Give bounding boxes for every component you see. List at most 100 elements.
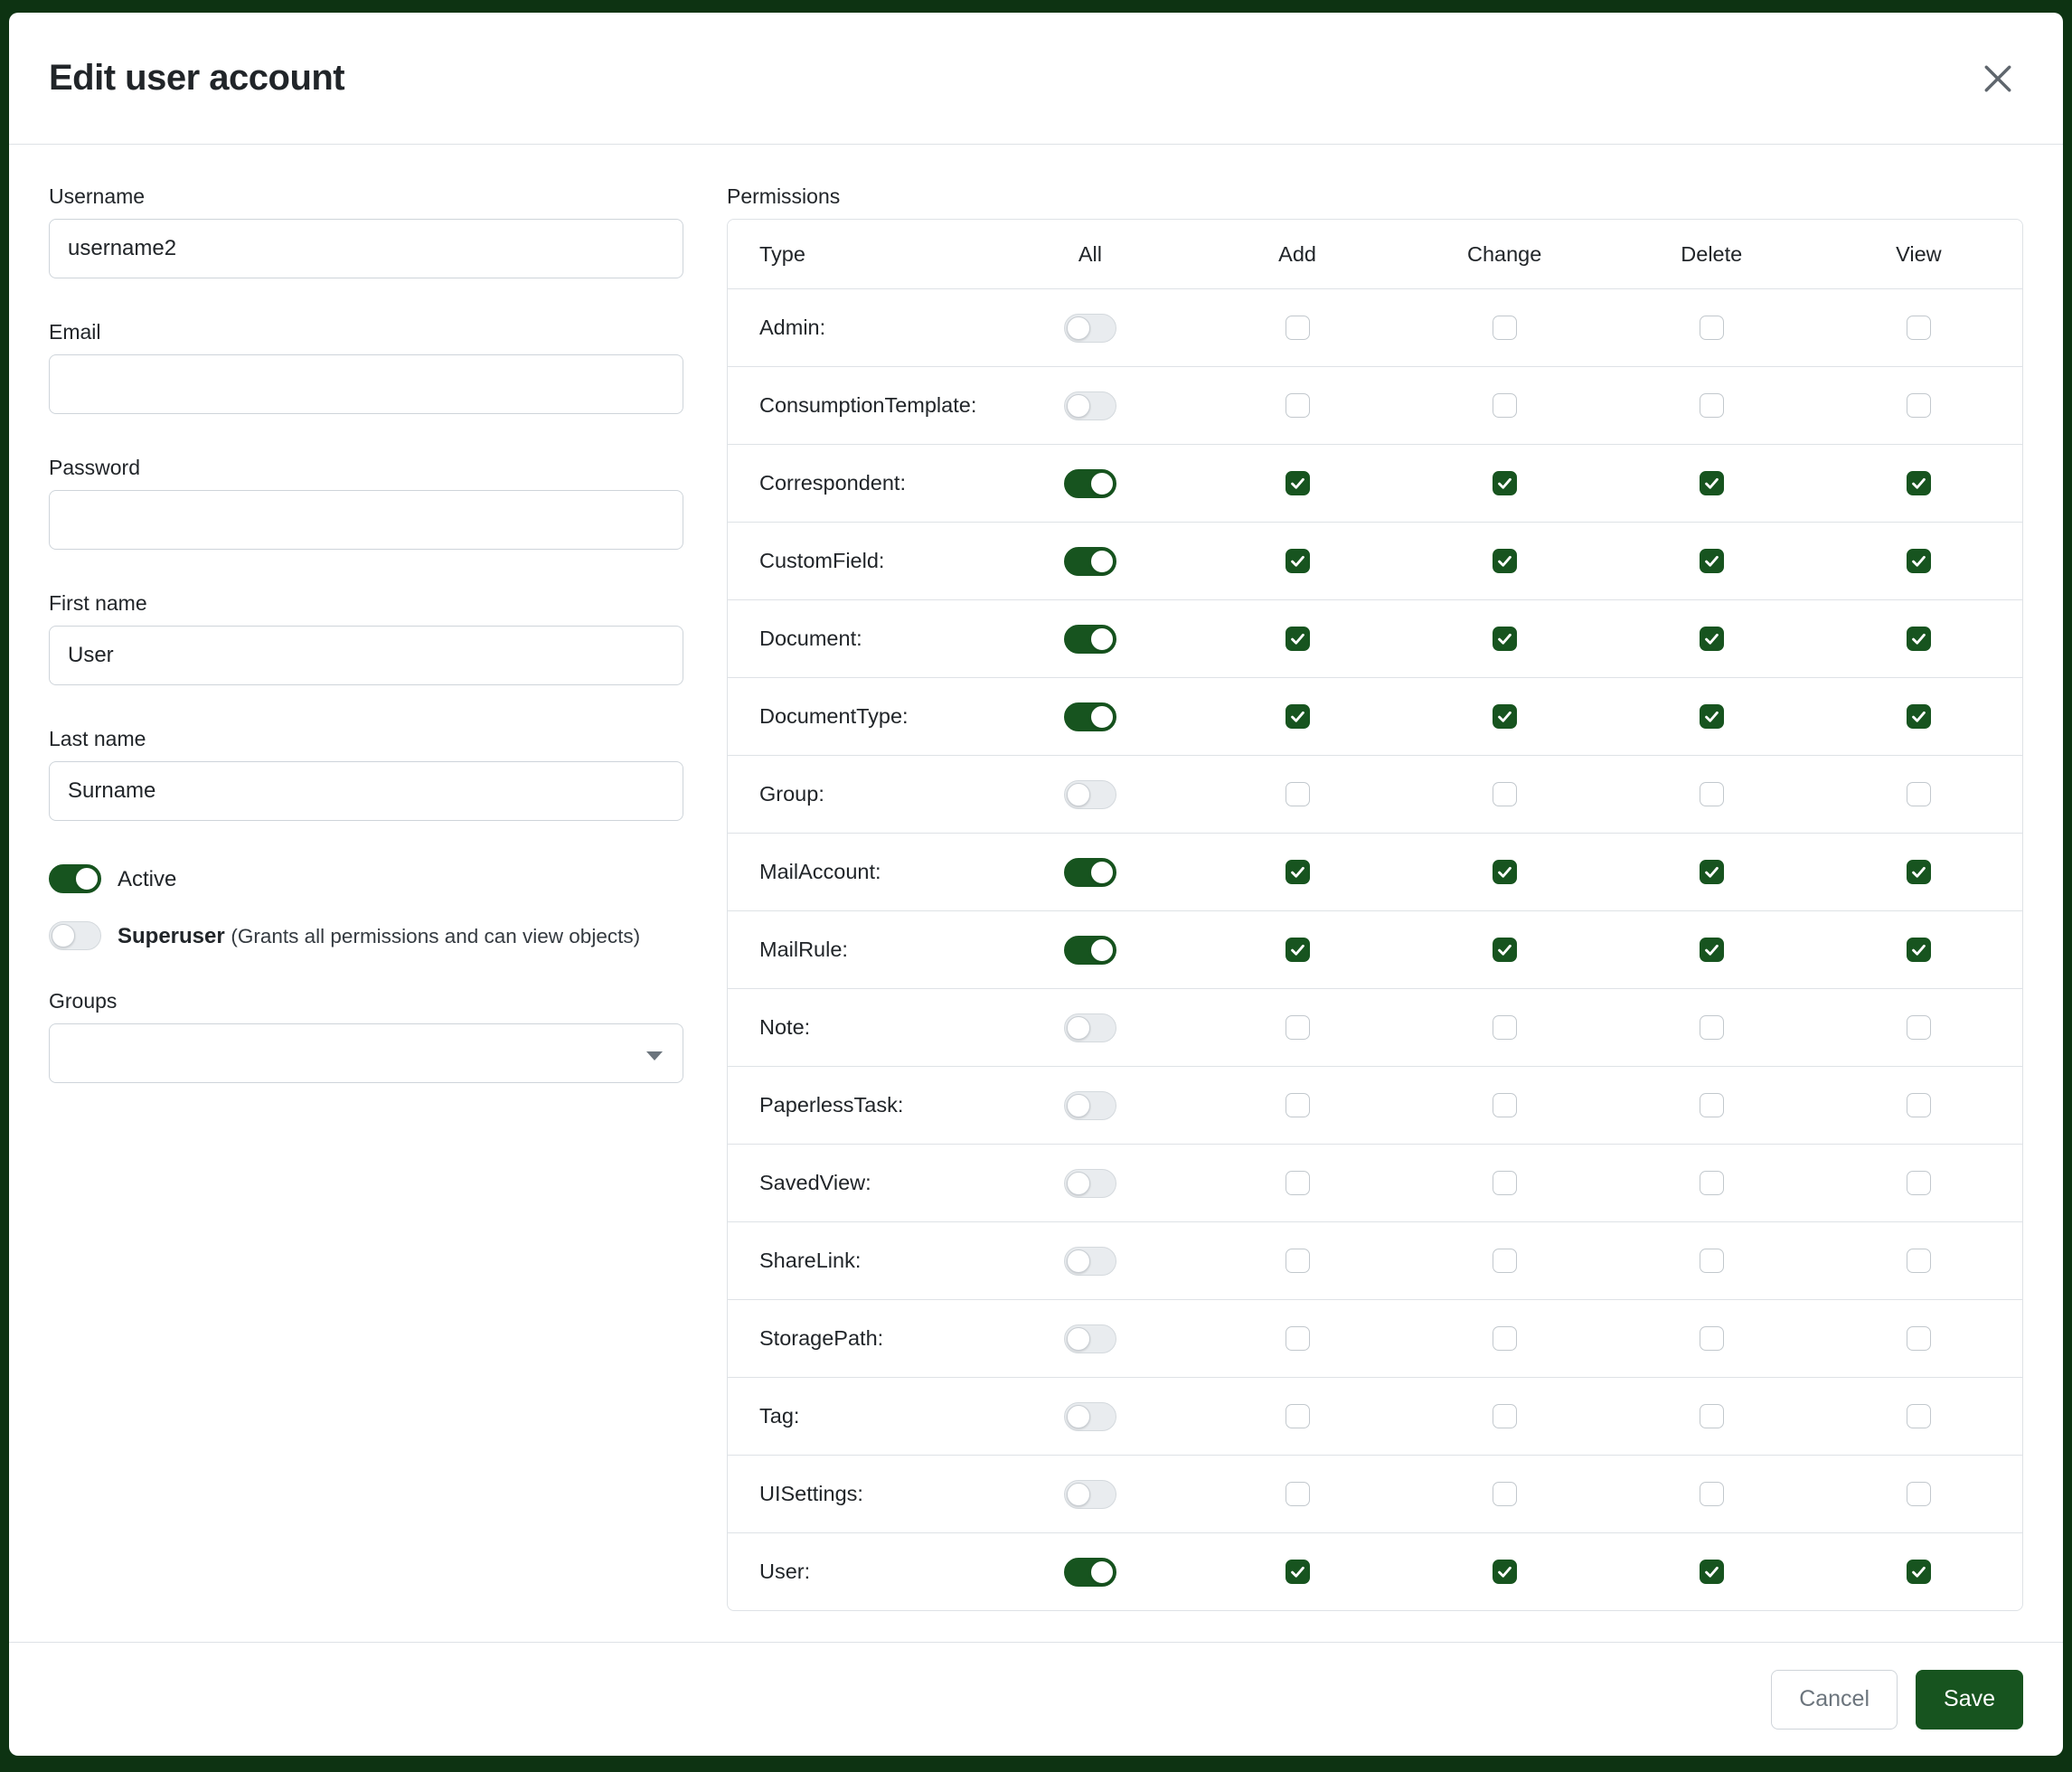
perm-view-checkbox[interactable]	[1907, 704, 1931, 729]
perm-add-checkbox[interactable]	[1286, 860, 1310, 884]
perm-delete-checkbox[interactable]	[1700, 393, 1724, 418]
password-field-group: Password	[49, 456, 683, 550]
perm-delete-checkbox[interactable]	[1700, 1249, 1724, 1273]
perm-change-checkbox[interactable]	[1493, 1249, 1517, 1273]
perm-delete-checkbox[interactable]	[1700, 1326, 1724, 1351]
email-input[interactable]	[49, 354, 683, 414]
perm-all-toggle[interactable]	[1064, 1480, 1116, 1509]
perm-delete-checkbox[interactable]	[1700, 1404, 1724, 1428]
perm-view-checkbox[interactable]	[1907, 627, 1931, 651]
perm-delete-checkbox[interactable]	[1700, 1560, 1724, 1584]
perm-change-checkbox[interactable]	[1493, 860, 1517, 884]
password-input[interactable]	[49, 490, 683, 550]
perm-add-checkbox[interactable]	[1286, 782, 1310, 806]
perm-all-toggle[interactable]	[1064, 780, 1116, 809]
perm-add-checkbox[interactable]	[1286, 1404, 1310, 1428]
perm-view-checkbox[interactable]	[1907, 1482, 1931, 1506]
perm-add-checkbox[interactable]	[1286, 1326, 1310, 1351]
perm-delete-checkbox[interactable]	[1700, 471, 1724, 495]
perm-change-checkbox[interactable]	[1493, 938, 1517, 962]
perm-delete-checkbox[interactable]	[1700, 1015, 1724, 1040]
perm-all-toggle[interactable]	[1064, 1558, 1116, 1587]
perm-change-checkbox[interactable]	[1493, 704, 1517, 729]
username-input[interactable]	[49, 219, 683, 278]
perm-add-checkbox[interactable]	[1286, 1560, 1310, 1584]
perm-view-checkbox[interactable]	[1907, 1093, 1931, 1117]
perm-all-toggle[interactable]	[1064, 1013, 1116, 1042]
save-button[interactable]: Save	[1916, 1670, 2023, 1730]
perm-view-checkbox[interactable]	[1907, 1560, 1931, 1584]
perm-add-checkbox[interactable]	[1286, 1015, 1310, 1040]
perm-all-toggle[interactable]	[1064, 702, 1116, 731]
perm-all-toggle[interactable]	[1064, 1169, 1116, 1198]
perm-all-toggle[interactable]	[1064, 1402, 1116, 1431]
perm-add-checkbox[interactable]	[1286, 549, 1310, 573]
perm-delete-checkbox[interactable]	[1700, 782, 1724, 806]
perm-add-checkbox[interactable]	[1286, 1249, 1310, 1273]
perm-add-checkbox[interactable]	[1286, 938, 1310, 962]
perm-add-checkbox[interactable]	[1286, 1093, 1310, 1117]
perm-change-checkbox[interactable]	[1493, 393, 1517, 418]
cancel-button[interactable]: Cancel	[1771, 1670, 1898, 1730]
perm-all-toggle[interactable]	[1064, 1091, 1116, 1120]
perm-all-toggle[interactable]	[1064, 1247, 1116, 1276]
superuser-toggle[interactable]	[49, 921, 101, 950]
groups-select[interactable]	[49, 1023, 683, 1083]
perm-all-toggle[interactable]	[1064, 1324, 1116, 1353]
perm-view-checkbox[interactable]	[1907, 860, 1931, 884]
perm-add-checkbox[interactable]	[1286, 471, 1310, 495]
perm-change-checkbox[interactable]	[1493, 1326, 1517, 1351]
perm-delete-checkbox[interactable]	[1700, 1093, 1724, 1117]
perm-view-checkbox[interactable]	[1907, 1171, 1931, 1195]
perm-all-toggle[interactable]	[1064, 314, 1116, 343]
perm-change-checkbox[interactable]	[1493, 1015, 1517, 1040]
perm-add-checkbox[interactable]	[1286, 1171, 1310, 1195]
perm-add-checkbox[interactable]	[1286, 1482, 1310, 1506]
perm-row: Group:	[728, 755, 2022, 833]
perm-add-checkbox[interactable]	[1286, 627, 1310, 651]
perm-delete-checkbox[interactable]	[1700, 704, 1724, 729]
perm-change-checkbox[interactable]	[1493, 1560, 1517, 1584]
perm-add-checkbox[interactable]	[1286, 316, 1310, 340]
active-toggle[interactable]	[49, 864, 101, 893]
perm-change-checkbox[interactable]	[1493, 627, 1517, 651]
perm-view-checkbox[interactable]	[1907, 1249, 1931, 1273]
perm-change-checkbox[interactable]	[1493, 549, 1517, 573]
superuser-label: Superuser	[118, 924, 225, 948]
last-name-input[interactable]	[49, 761, 683, 821]
perm-add-checkbox[interactable]	[1286, 393, 1310, 418]
perm-delete-checkbox[interactable]	[1700, 860, 1724, 884]
perm-view-checkbox[interactable]	[1907, 782, 1931, 806]
first-name-input[interactable]	[49, 626, 683, 685]
perm-change-checkbox[interactable]	[1493, 1482, 1517, 1506]
perm-all-toggle[interactable]	[1064, 936, 1116, 965]
perm-change-checkbox[interactable]	[1493, 1093, 1517, 1117]
perm-change-checkbox[interactable]	[1493, 1404, 1517, 1428]
perm-delete-checkbox[interactable]	[1700, 316, 1724, 340]
perm-view-checkbox[interactable]	[1907, 1404, 1931, 1428]
perm-view-checkbox[interactable]	[1907, 1326, 1931, 1351]
perm-all-toggle[interactable]	[1064, 858, 1116, 887]
perm-delete-checkbox[interactable]	[1700, 1482, 1724, 1506]
perm-delete-checkbox[interactable]	[1700, 549, 1724, 573]
perm-all-toggle[interactable]	[1064, 547, 1116, 576]
perm-change-checkbox[interactable]	[1493, 471, 1517, 495]
perm-delete-checkbox[interactable]	[1700, 938, 1724, 962]
perm-delete-checkbox[interactable]	[1700, 1171, 1724, 1195]
close-icon[interactable]	[1973, 53, 2023, 104]
perm-view-checkbox[interactable]	[1907, 316, 1931, 340]
perm-view-checkbox[interactable]	[1907, 1015, 1931, 1040]
perm-all-toggle[interactable]	[1064, 391, 1116, 420]
perm-view-checkbox[interactable]	[1907, 471, 1931, 495]
perm-view-checkbox[interactable]	[1907, 938, 1931, 962]
perm-change-checkbox[interactable]	[1493, 316, 1517, 340]
perm-view-checkbox[interactable]	[1907, 549, 1931, 573]
perm-view-checkbox[interactable]	[1907, 393, 1931, 418]
perm-delete-checkbox[interactable]	[1700, 627, 1724, 651]
perm-all-toggle[interactable]	[1064, 625, 1116, 654]
perm-change-checkbox[interactable]	[1493, 1171, 1517, 1195]
perm-all-toggle[interactable]	[1064, 469, 1116, 498]
email-label: Email	[49, 320, 683, 344]
perm-add-checkbox[interactable]	[1286, 704, 1310, 729]
perm-change-checkbox[interactable]	[1493, 782, 1517, 806]
